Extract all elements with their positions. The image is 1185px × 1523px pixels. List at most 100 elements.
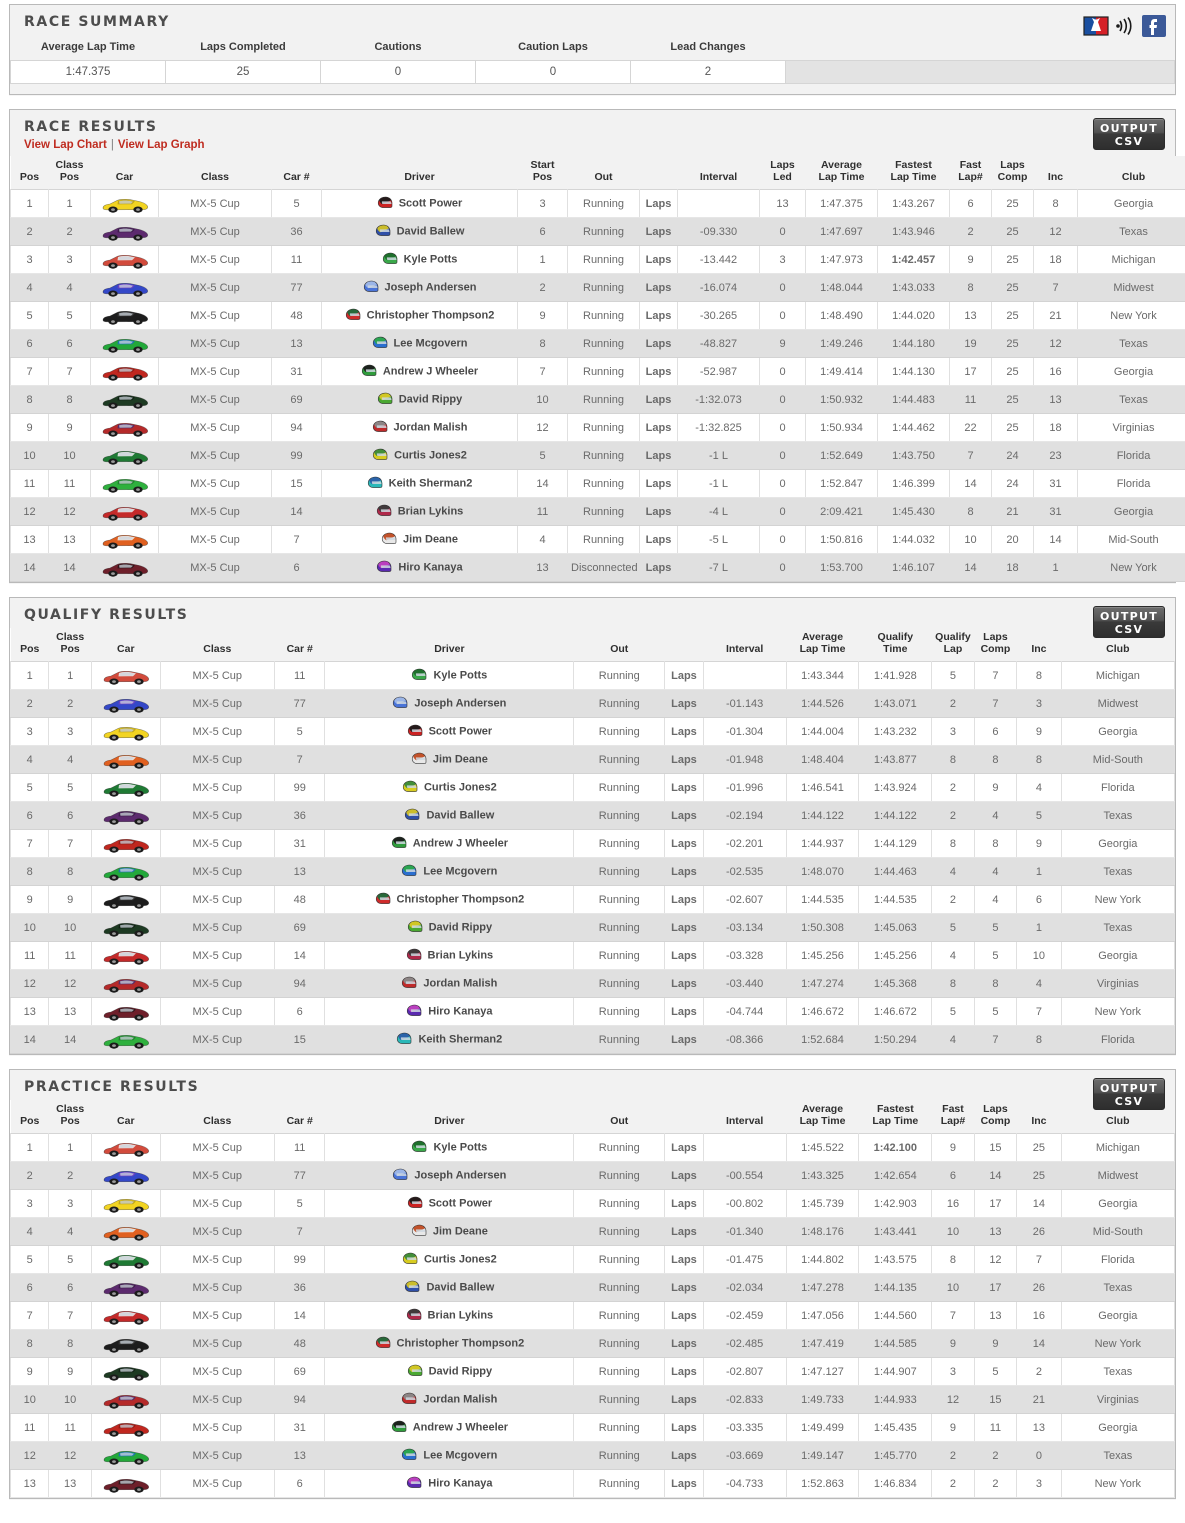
helmet-icon (361, 364, 378, 379)
cell-driver: Scott Power (325, 718, 574, 746)
qualify-output-csv-button[interactable]: OUTPUT CSV (1093, 606, 1165, 638)
laps-link[interactable]: Laps (665, 1162, 703, 1190)
cell-class: MX-5 Cup (159, 526, 272, 554)
laps-link[interactable]: Laps (665, 1026, 703, 1054)
cell-start-pos: 5 (518, 442, 568, 470)
cell-class: MX-5 Cup (160, 1358, 274, 1386)
table-row: 1313MX-5 Cup7Jim Deane4RunningLaps-5 L01… (11, 526, 1185, 554)
cell-class: MX-5 Cup (159, 246, 272, 274)
cell-car (91, 1442, 160, 1470)
laps-link[interactable]: Laps (665, 1274, 703, 1302)
cell-laps-comp: 5 (974, 1358, 1016, 1386)
iracing-icon[interactable] (1083, 13, 1109, 39)
laps-link[interactable]: Laps (640, 330, 678, 358)
laps-link[interactable]: Laps (640, 498, 678, 526)
laps-link[interactable]: Laps (665, 1190, 703, 1218)
laps-link[interactable]: Laps (640, 414, 678, 442)
laps-link[interactable]: Laps (665, 774, 703, 802)
laps-link[interactable]: Laps (665, 1302, 703, 1330)
cell-car-number: 94 (274, 970, 325, 998)
cell-class-pos: 14 (49, 1026, 91, 1054)
practice-output-csv-button[interactable]: OUTPUT CSV (1093, 1078, 1165, 1110)
column-header: Club (1078, 156, 1185, 190)
cell-out: Running (574, 1026, 665, 1054)
view-lap-chart-link[interactable]: View Lap Chart (24, 139, 107, 151)
cell-club: Texas (1061, 914, 1174, 942)
laps-link[interactable]: Laps (665, 1470, 703, 1498)
cell-club: Florida (1078, 470, 1185, 498)
laps-link[interactable]: Laps (640, 218, 678, 246)
laps-link[interactable]: Laps (665, 942, 703, 970)
cell-club: Georgia (1061, 1190, 1174, 1218)
laps-link[interactable]: Laps (640, 274, 678, 302)
laps-link[interactable]: Laps (665, 1218, 703, 1246)
laps-link[interactable]: Laps (665, 970, 703, 998)
laps-link[interactable]: Laps (640, 358, 678, 386)
laps-link[interactable]: Laps (640, 190, 678, 218)
cell-class-pos: 12 (49, 970, 91, 998)
laps-link[interactable]: Laps (665, 998, 703, 1026)
laps-link[interactable]: Laps (640, 442, 678, 470)
cell-interval (703, 662, 786, 690)
laps-link[interactable]: Laps (665, 802, 703, 830)
summary-value-cell: 25 (166, 61, 321, 84)
laps-link[interactable]: Laps (665, 1246, 703, 1274)
laps-link[interactable]: Laps (665, 1414, 703, 1442)
cell-pos: 11 (11, 942, 49, 970)
laps-link[interactable]: Laps (640, 302, 678, 330)
laps-link[interactable]: Laps (665, 690, 703, 718)
cell-average-lap-time: 1:49.733 (786, 1386, 859, 1414)
cell-class-pos: 3 (49, 1190, 91, 1218)
race-output-csv-button[interactable]: OUTPUT CSV (1093, 118, 1165, 150)
laps-link[interactable]: Laps (665, 886, 703, 914)
car-icon (100, 1306, 152, 1326)
table-row: 77MX-5 Cup14Brian LykinsRunningLaps-02.4… (11, 1302, 1175, 1330)
column-header: Car # (274, 628, 325, 662)
laps-link[interactable]: Laps (665, 1358, 703, 1386)
cell-pos: 12 (11, 970, 49, 998)
laps-link[interactable]: Laps (665, 1442, 703, 1470)
laps-link[interactable]: Laps (665, 746, 703, 774)
column-header (665, 1100, 703, 1134)
cell-fast-lap-number: 2 (932, 1442, 974, 1470)
cell-average-lap-time: 1:43.344 (786, 662, 859, 690)
cell-laps-led: 0 (760, 274, 806, 302)
laps-link[interactable]: Laps (640, 470, 678, 498)
laps-link[interactable]: Laps (640, 526, 678, 554)
cell-interval: -02.807 (703, 1358, 786, 1386)
cell-qualify-time: 1:44.535 (859, 886, 932, 914)
laps-link[interactable]: Laps (640, 246, 678, 274)
cell-club: Texas (1078, 218, 1185, 246)
cell-out: Running (574, 858, 665, 886)
cell-class-pos: 6 (49, 330, 91, 358)
cell-car (91, 690, 160, 718)
cell-average-lap-time: 1:44.937 (786, 830, 859, 858)
cell-class: MX-5 Cup (160, 662, 274, 690)
laps-link[interactable]: Laps (665, 858, 703, 886)
cell-inc: 26 (1017, 1274, 1061, 1302)
laps-link[interactable]: Laps (665, 830, 703, 858)
laps-link[interactable]: Laps (665, 718, 703, 746)
laps-link[interactable]: Laps (665, 662, 703, 690)
cell-average-lap-time: 1:48.176 (786, 1218, 859, 1246)
facebook-icon[interactable] (1141, 13, 1167, 39)
cell-fast-lap-number: 10 (932, 1274, 974, 1302)
laps-link[interactable]: Laps (665, 914, 703, 942)
cell-laps-comp: 13 (974, 1218, 1016, 1246)
helmet-icon (407, 724, 424, 739)
cell-driver: David Ballew (322, 218, 518, 246)
laps-link[interactable]: Laps (665, 1134, 703, 1162)
laps-link[interactable]: Laps (665, 1330, 703, 1358)
laps-link[interactable]: Laps (640, 386, 678, 414)
cell-driver: Curtis Jones2 (322, 442, 518, 470)
rss-icon[interactable] (1112, 13, 1138, 39)
cell-driver: Hiro Kanaya (325, 998, 574, 1026)
cell-start-pos: 13 (518, 554, 568, 582)
laps-link[interactable]: Laps (665, 1386, 703, 1414)
cell-qualify-time: 1:43.924 (859, 774, 932, 802)
view-lap-graph-link[interactable]: View Lap Graph (118, 139, 205, 151)
cell-qualify-time: 1:50.294 (859, 1026, 932, 1054)
cell-car-number: 48 (272, 302, 322, 330)
laps-link[interactable]: Laps (640, 554, 678, 582)
cell-driver: Curtis Jones2 (325, 774, 574, 802)
